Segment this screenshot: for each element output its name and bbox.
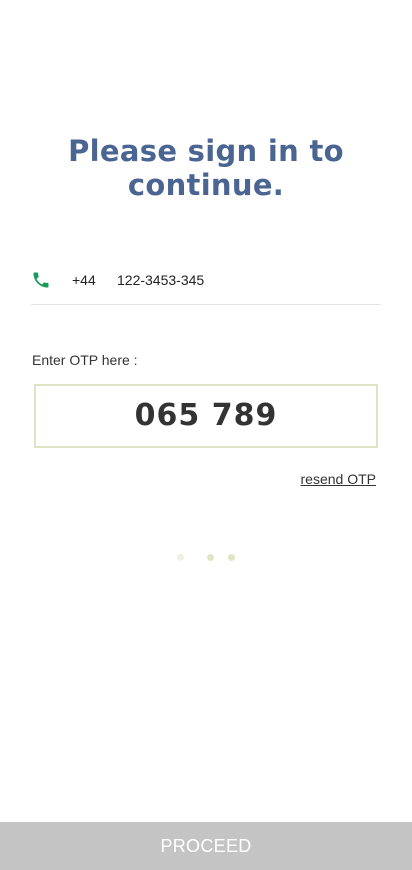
progress-dot-3 (228, 554, 235, 561)
resend-otp-link[interactable]: resend OTP (301, 471, 376, 487)
otp-value[interactable]: 065 789 (36, 386, 376, 446)
progress-dots (0, 554, 412, 562)
progress-dot-2 (207, 554, 214, 561)
proceed-button[interactable]: PROCEED (0, 822, 412, 870)
phone-number-field[interactable]: +44 122-3453-345 (31, 262, 381, 305)
phone-icon (31, 270, 51, 290)
otp-input[interactable]: 065 789 (34, 384, 378, 448)
progress-dot-1 (177, 554, 184, 561)
country-code[interactable]: +44 (72, 272, 96, 288)
phone-number-input[interactable]: 122-3453-345 (117, 272, 204, 288)
page-title: Please sign in to continue. (68, 134, 344, 202)
otp-label: Enter OTP here : (32, 352, 138, 368)
